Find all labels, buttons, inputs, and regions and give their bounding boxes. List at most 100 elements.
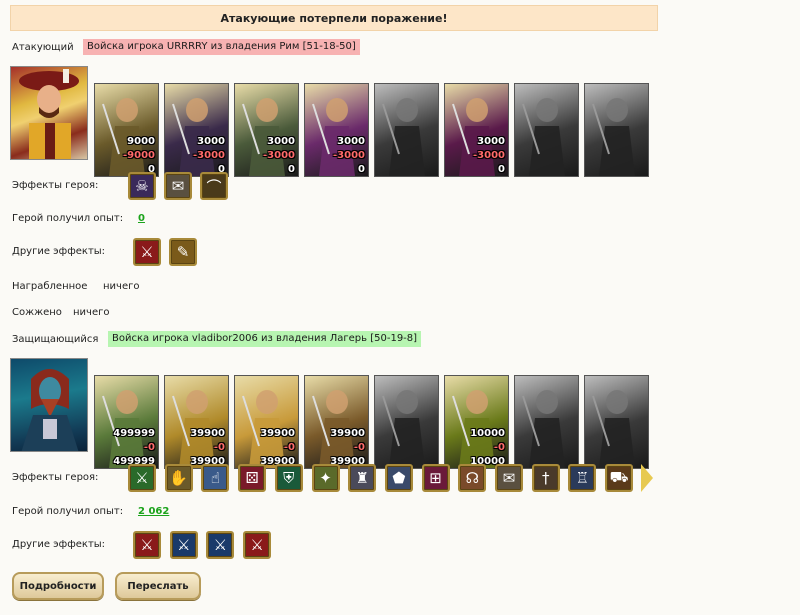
golden-warrior-unit-icon[interactable]: 39900 -0 39900 <box>164 375 229 469</box>
unit-count-n2: -9000 <box>123 150 155 161</box>
defender-army-tag: Войска игрока vladibor2006 из владения Л… <box>108 331 422 347</box>
unit-count-n2: -0 <box>283 442 295 453</box>
unit-count-n2: -0 <box>143 442 155 453</box>
unit-count-n2: -3000 <box>263 150 295 161</box>
dark-knight-unit-icon[interactable] <box>514 83 579 177</box>
hero-avatar-icon <box>21 369 79 451</box>
attacker-other-effects-label: Другие эффекты: <box>12 246 106 257</box>
unit-count-n1: 39900 <box>330 428 365 439</box>
scroll-bundle-icon[interactable]: ✎ <box>169 238 197 266</box>
unit-count-n1: 3000 <box>197 136 225 147</box>
tower-icon[interactable]: ♜ <box>348 464 377 492</box>
ogre-unit-icon[interactable]: 9000 -9000 0 <box>94 83 159 177</box>
dice-icon[interactable]: ⚄ <box>238 464 267 492</box>
mask-icon[interactable]: ☠ <box>128 172 156 200</box>
unit-count-n3: 0 <box>288 164 295 175</box>
horseman-unit-icon[interactable] <box>584 375 649 469</box>
unit-count-n1: 9000 <box>127 136 155 147</box>
unit-figure-icon <box>172 98 215 176</box>
unit-figure-icon <box>452 98 495 176</box>
burned-label: Сожжено <box>12 307 62 318</box>
unit-count-n3: 0 <box>358 164 365 175</box>
knight-unit-icon[interactable]: 39900 -0 39900 <box>234 375 299 469</box>
unit-figure-icon <box>382 390 425 468</box>
unit-count-n1: 3000 <box>337 136 365 147</box>
ear-icon[interactable]: ☊ <box>458 464 487 492</box>
unit-figure-icon <box>382 98 425 176</box>
barbarian-unit-icon[interactable] <box>514 375 579 469</box>
forward-button[interactable]: Переслать <box>115 572 201 600</box>
unit-figure-icon <box>522 390 565 468</box>
unit-figure-icon <box>522 98 565 176</box>
scroll-icon[interactable]: ✉ <box>495 464 523 492</box>
defender-other-effects-label: Другие эффекты: <box>12 539 106 550</box>
unit-figure-icon <box>102 390 145 468</box>
handshake-icon[interactable]: ✋ <box>164 464 193 492</box>
griffin-unit-icon[interactable]: 39900 -0 39900 <box>304 375 369 469</box>
blue-sword-icon[interactable]: ⚔ <box>169 531 198 559</box>
defender-label: Защищающийся <box>12 334 99 345</box>
unit-figure-icon <box>242 98 285 176</box>
attacker-xp-link[interactable]: 0 <box>138 213 145 224</box>
unit-count-n1: 39900 <box>260 428 295 439</box>
unit-count-n1: 39900 <box>190 428 225 439</box>
unit-count-n1: 3000 <box>267 136 295 147</box>
pentagon-icon[interactable]: ⬟ <box>384 464 413 492</box>
bow-icon[interactable]: ⌒ <box>200 172 228 200</box>
sword-effect-icon[interactable]: ⚔ <box>133 531 161 559</box>
sword-icon[interactable]: ⚔ <box>128 464 156 492</box>
unit-figure-icon <box>102 98 145 176</box>
plunder-value: ничего <box>103 281 140 292</box>
unit-count-n2: -3000 <box>333 150 365 161</box>
assassin-unit-icon[interactable]: 3000 -3000 0 <box>164 83 229 177</box>
unit-figure-icon <box>592 390 635 468</box>
burned-value: ничего <box>73 307 110 318</box>
scroll-icon[interactable]: ✉ <box>164 172 192 200</box>
defender-hero-portrait[interactable] <box>10 358 88 452</box>
plunder-label: Награбленное <box>12 281 88 292</box>
unit-figure-icon <box>242 390 285 468</box>
peasant-unit-icon[interactable]: 499999 -0 499999 <box>94 375 159 469</box>
unit-count-n2: -3000 <box>473 150 505 161</box>
archer-unit-icon[interactable] <box>374 83 439 177</box>
witch-unit-icon[interactable]: 3000 -3000 0 <box>444 83 509 177</box>
attacker-army-tag: Войска игрока URRRRY из владения Рим [51… <box>83 39 360 55</box>
unit-figure-icon <box>312 98 355 176</box>
unit-count-n2: -0 <box>213 442 225 453</box>
spider-rider-unit-icon[interactable] <box>584 83 649 177</box>
blue-sword-icon[interactable]: ⚔ <box>206 531 235 559</box>
hero-avatar-icon <box>19 69 79 159</box>
unit-count-n1: 499999 <box>113 428 155 439</box>
unit-figure-icon <box>592 98 635 176</box>
defender-hero-effects-label: Эффекты героя: <box>12 472 99 483</box>
armor-icon[interactable]: ♖ <box>568 464 597 492</box>
defender-xp-link[interactable]: 2 062 <box>138 506 169 517</box>
unit-count-n1: 3000 <box>477 136 505 147</box>
shield-icon[interactable]: ⛨ <box>274 464 303 492</box>
hand-icon[interactable]: ☝ <box>201 464 230 492</box>
unit-figure-icon <box>312 390 355 468</box>
lizard-rider-unit-icon[interactable]: 3000 -3000 0 <box>234 83 299 177</box>
attacker-hero-portrait[interactable] <box>10 66 88 160</box>
sword-effect-icon[interactable]: ⚔ <box>133 238 161 266</box>
attacker-hero-effects-label: Эффекты героя: <box>12 180 99 191</box>
scroll-right-arrow-icon[interactable] <box>641 464 653 492</box>
sword-effect-icon[interactable]: ⚔ <box>243 531 272 559</box>
harpy-unit-icon[interactable]: 3000 -3000 0 <box>304 83 369 177</box>
attacker-xp-label: Герой получил опыт: <box>12 213 124 224</box>
gate-icon[interactable]: ⊞ <box>421 464 450 492</box>
crossbowman-unit-icon[interactable] <box>374 375 439 469</box>
cart-icon[interactable]: ⛟ <box>605 464 634 492</box>
unit-count-n2: -0 <box>353 442 365 453</box>
monk-unit-icon[interactable]: 10000 -0 10000 <box>444 375 509 469</box>
shield-star-icon[interactable]: ✦ <box>311 464 340 492</box>
unit-count-n1: 10000 <box>470 428 505 439</box>
unit-figure-icon <box>172 390 215 468</box>
dagger-icon[interactable]: † <box>531 464 560 492</box>
attacker-label: Атакующий <box>12 42 74 53</box>
unit-figure-icon <box>452 390 495 468</box>
battle-result-banner: Атакующие потерпели поражение! <box>10 5 658 31</box>
unit-count-n2: -3000 <box>193 150 225 161</box>
defender-xp-label: Герой получил опыт: <box>12 506 124 517</box>
details-button[interactable]: Подробности <box>12 572 104 600</box>
